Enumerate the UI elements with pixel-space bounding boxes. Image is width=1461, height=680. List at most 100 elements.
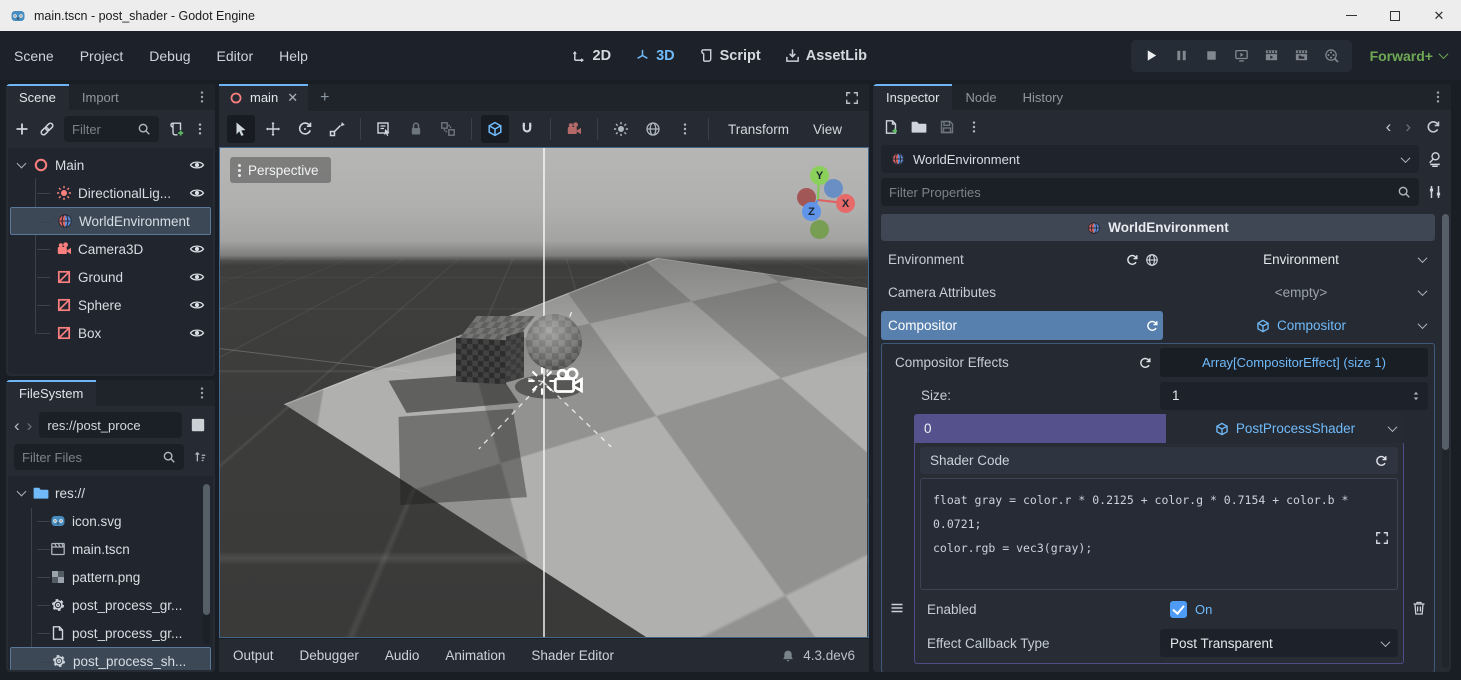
tab-filesystem[interactable]: FileSystem [6,380,96,406]
scrollbar-thumb[interactable] [1442,214,1449,450]
minimize-button[interactable] [1329,0,1373,31]
distraction-free-button[interactable] [835,84,869,111]
gizmo-neg-y[interactable] [810,220,829,239]
notification-bell-icon[interactable] [781,649,795,663]
tree-node-directionallight[interactable]: DirectionalLig... [10,179,211,207]
mode-2d[interactable]: 2D [572,48,612,64]
sort-files-button[interactable] [193,450,207,464]
scene-extra-menu-button[interactable] [193,122,207,136]
effect-callback-dropdown[interactable]: Post Transparent [1160,629,1398,657]
gizmo-z-axis[interactable]: Z [802,202,821,221]
play-scene-button[interactable] [1264,48,1279,63]
local-space-button[interactable] [481,115,509,143]
file-row-root[interactable]: res:// [10,479,211,507]
move-tool-button[interactable] [259,115,287,143]
movie-maker-button[interactable] [1324,48,1339,63]
current-path-field[interactable]: res://post_proce [39,412,182,438]
visibility-eye-icon[interactable] [189,185,205,201]
edited-object-selector[interactable]: WorldEnvironment [881,145,1419,173]
history-back-button[interactable]: ‹ [14,417,20,434]
element-index[interactable]: 0 [914,414,1166,443]
menu-debug[interactable]: Debug [149,48,190,64]
property-tools-button[interactable] [1427,184,1443,200]
menu-scene[interactable]: Scene [14,48,54,64]
element-value[interactable]: PostProcessShader [1166,414,1404,443]
attach-script-button[interactable] [168,121,184,137]
drag-handle-icon[interactable] [889,600,905,616]
save-resource-button[interactable] [939,119,955,135]
revert-icon[interactable] [1374,454,1388,468]
tab-node[interactable]: Node [952,84,1009,110]
rotate-tool-button[interactable] [291,115,319,143]
play-remote-button[interactable] [1234,48,1249,63]
revert-icon[interactable] [1138,356,1152,370]
orientation-gizmo[interactable]: Y X Z [780,162,860,242]
open-docs-button[interactable] [1427,151,1443,167]
tab-inspector[interactable]: Inspector [873,84,952,110]
filter-properties-field[interactable] [881,178,1419,206]
list-select-button[interactable] [370,115,398,143]
group-node-button[interactable] [434,115,462,143]
lock-node-button[interactable] [402,115,430,143]
resource-extra-menu-button[interactable] [967,120,981,134]
camera-attributes-value[interactable]: <empty> [1167,278,1435,307]
mode-3d[interactable]: 3D [635,48,675,64]
play-button[interactable] [1144,48,1159,63]
tree-node-box[interactable]: Box [10,319,211,347]
close-tab-icon[interactable]: ✕ [287,90,298,106]
add-node-button[interactable] [14,121,30,137]
property-row-compositor[interactable]: Compositor Compositor [881,311,1435,340]
history-forward-button[interactable]: › [1405,117,1411,137]
file-row-main-tscn[interactable]: main.tscn [10,535,211,563]
pause-button[interactable] [1174,48,1189,63]
view-menu[interactable]: View [803,122,852,137]
property-row-camera-attributes[interactable]: Camera Attributes <empty> [881,278,1435,307]
bottom-tab-animation[interactable]: Animation [445,648,505,663]
toggle-split-mode-button[interactable] [189,416,207,434]
filesystem-menu-button[interactable] [189,380,215,406]
new-resource-button[interactable] [883,119,899,135]
inspector-scrollbar[interactable] [1442,214,1449,668]
scale-tool-button[interactable] [323,115,351,143]
scene-dock-menu-button[interactable] [189,84,215,110]
camera-gizmo[interactable] [550,366,586,400]
file-row-icon-svg[interactable]: icon.svg [10,507,211,535]
file-row-post-process-sh[interactable]: post_process_sh... [10,647,211,670]
tab-scene[interactable]: Scene [6,84,69,110]
bottom-tab-audio[interactable]: Audio [385,648,420,663]
shader-code-header[interactable]: Shader Code [920,447,1398,474]
revert-icon[interactable] [1145,319,1159,333]
renderer-selector[interactable]: Forward+ [1370,48,1447,64]
environment-value[interactable]: Environment [1167,245,1435,274]
revert-icon[interactable] [1125,253,1139,267]
tree-node-sphere[interactable]: Sphere [10,291,211,319]
menu-help[interactable]: Help [279,48,308,64]
tree-node-ground[interactable]: Ground [10,263,211,291]
viewport-3d[interactable]: Perspective Y X Z [219,147,869,638]
play-custom-scene-button[interactable] [1294,48,1309,63]
gizmo-x-axis[interactable]: X [836,194,855,213]
file-row-post-process-gr-2[interactable]: post_process_gr... [10,619,211,647]
scene-filter-input[interactable] [72,122,131,137]
new-scene-tab-button[interactable]: + [308,84,341,111]
property-row-compositor-effects[interactable]: Compositor Effects Array[CompositorEffec… [888,348,1428,377]
scene-tab-main[interactable]: main ✕ [219,84,308,111]
compositor-effects-value[interactable]: Array[CompositorEffect] (size 1) [1160,348,1428,377]
tab-history[interactable]: History [1010,84,1076,110]
sun-env-menu-button[interactable] [671,115,699,143]
instance-scene-button[interactable] [39,121,55,137]
visibility-eye-icon[interactable] [189,297,205,313]
property-row-environment[interactable]: Environment Environment [881,245,1435,274]
visibility-eye-icon[interactable] [189,157,205,173]
filter-files-input[interactable] [22,450,156,465]
bottom-tab-output[interactable]: Output [233,648,274,663]
maximize-button[interactable] [1373,0,1417,31]
snap-toggle-button[interactable] [513,115,541,143]
projection-menu-button[interactable]: Perspective [230,157,331,183]
inspector-menu-button[interactable] [1425,84,1451,110]
mode-assetlib[interactable]: AssetLib [785,48,867,64]
scrollbar-thumb[interactable] [203,484,210,615]
select-tool-button[interactable] [227,115,255,143]
file-row-pattern-png[interactable]: pattern.png [10,563,211,591]
menu-editor[interactable]: Editor [217,48,254,64]
